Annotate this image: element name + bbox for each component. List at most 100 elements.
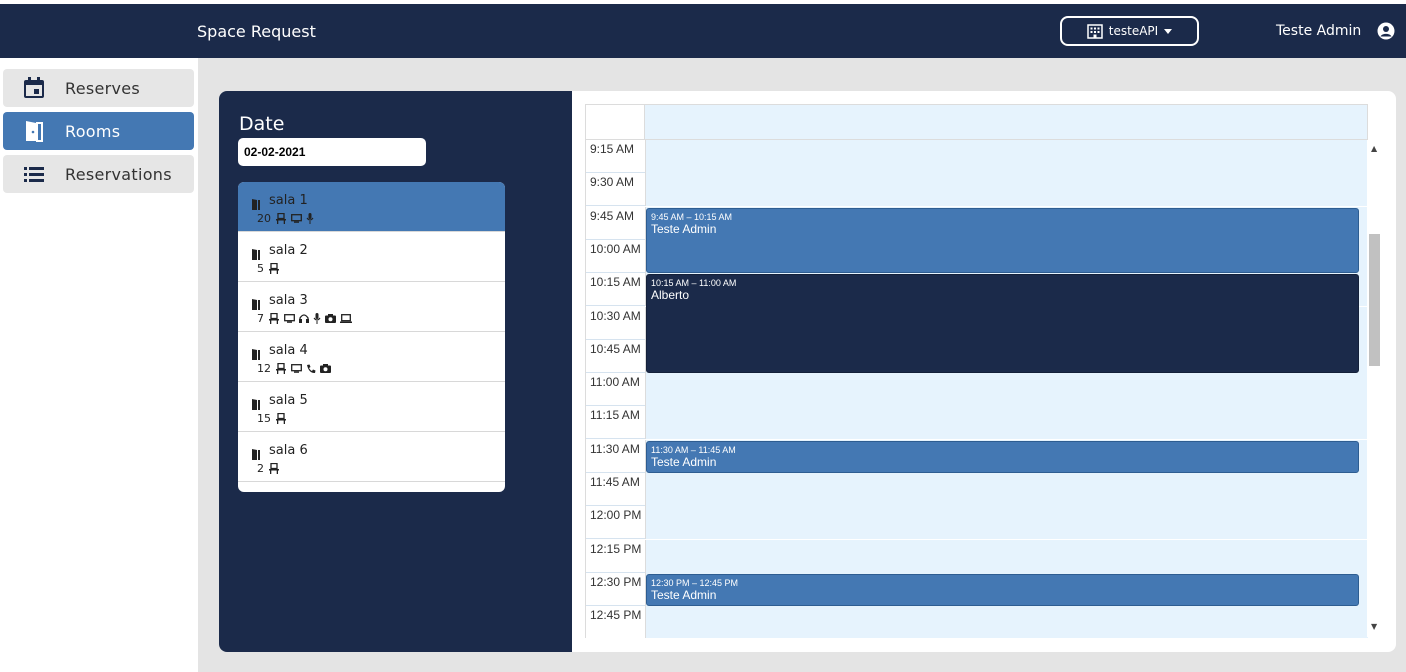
room-name: sala 5 [269,393,308,408]
time-slot[interactable]: 9:15 AM [586,140,1368,173]
room-capacity: 7 [257,312,264,325]
event-time: 10:15 AM – 11:00 AM [651,278,737,289]
room-name: sala 3 [269,293,308,308]
room-name: sala 4 [269,343,308,358]
time-slot-cell[interactable] [645,473,1368,506]
room-selection-panel: Date sala 1 20 sala 2 5 [219,91,572,652]
calendar-event[interactable]: 12:30 PM – 12:45 PM Teste Admin [646,573,1359,607]
room-item-sala-6[interactable]: sala 6 2 [238,432,505,482]
sidebar-item-label: Rooms [65,121,121,141]
sidebar-item-rooms[interactable]: Rooms [3,112,194,150]
time-slot[interactable]: 12:45 PM [586,606,1368,638]
capacity-icon [268,313,280,324]
monitor-icon [291,364,302,373]
time-slot-label: 11:15 AM [590,408,640,423]
calendar-scrollbar[interactable]: ▲ ▼ [1367,140,1383,637]
time-slot[interactable]: 9:30 AM [586,173,1368,207]
event-title: Teste Admin [651,221,717,236]
event-time: 9:45 AM – 10:15 AM [651,211,733,222]
time-slot-cell[interactable] [645,606,1368,638]
calendar-icon [3,76,65,100]
room-features: 12 [257,362,331,375]
event-title: Alberto [651,288,690,303]
sidebar-item-label: Reservations [65,164,172,184]
tenant-selector-button[interactable]: testeAPI [1060,16,1199,46]
time-slot-label: 12:15 PM [590,541,642,556]
sidebar-item-label: Reserves [65,78,141,98]
room-item-sala-3[interactable]: sala 3 7 [238,282,505,332]
capacity-icon [268,263,280,274]
room-features: 5 [257,262,280,275]
time-slot-cell[interactable] [645,506,1368,540]
time-slot-label: 10:15 AM [590,275,641,290]
room-features: 7 [257,312,352,325]
date-input[interactable] [238,138,426,166]
phone-icon [306,364,316,374]
time-slot-label: 9:15 AM [590,142,635,156]
time-slot-label: 12:45 PM [590,608,642,623]
calendar-event[interactable]: 11:30 AM – 11:45 AM Teste Admin [646,440,1359,473]
calendar-header-column [645,105,1367,139]
capacity-icon [275,363,287,374]
scrollbar-thumb[interactable] [1369,234,1380,366]
room-item-sala-4[interactable]: sala 4 12 [238,332,505,382]
room-features: 2 [257,462,280,475]
building-icon [1087,23,1103,39]
time-slot[interactable]: 11:15 AM [586,406,1368,440]
room-name: sala 6 [269,443,308,458]
time-slot-label: 9:45 AM [590,208,635,223]
time-slot-label: 12:00 PM [590,508,642,523]
calendar-event[interactable]: 9:45 AM – 10:15 AM Teste Admin [646,207,1359,274]
calendar-event[interactable]: 10:15 AM – 11:00 AM Alberto [646,274,1359,374]
capacity-icon [268,463,280,474]
laptop-icon [340,314,352,323]
event-title: Teste Admin [651,587,717,602]
room-name: sala 1 [269,193,308,208]
time-slot[interactable]: 11:45 AM [586,473,1368,506]
top-bar: Space Request testeAPI Teste Admin [0,4,1406,58]
monitor-icon [284,314,295,323]
time-slot-label: 11:30 AM [590,441,640,456]
scroll-up-arrow-icon[interactable]: ▲ [1371,144,1377,153]
sidebar: Reserves Rooms Reservations [0,58,198,672]
tenant-label: testeAPI [1108,24,1159,38]
sidebar-item-reserves[interactable]: Reserves [3,69,194,107]
time-slot[interactable]: 12:00 PM [586,506,1368,540]
time-slot-cell[interactable] [645,373,1368,407]
time-slot-cell[interactable] [645,406,1368,440]
time-slot-label: 12:30 PM [590,574,642,589]
app-title: Space Request [197,22,316,41]
time-slot-label: 10:30 AM [590,308,641,323]
time-slot-cell[interactable] [645,140,1368,173]
scroll-down-arrow-icon[interactable]: ▼ [1371,622,1377,631]
room-capacity: 12 [257,362,271,375]
time-slot-label: 10:45 AM [590,341,641,356]
user-name: Teste Admin [1276,23,1362,39]
time-slot-label: 11:00 AM [590,375,640,390]
calendar-header-gutter [586,105,645,139]
time-slot-cell[interactable] [645,539,1368,573]
room-item-sala-5[interactable]: sala 5 15 [238,382,505,432]
day-calendar: 9:15 AM 9:30 AM 9:45 AM 10:00 AM 10:15 AM 10:… [585,104,1384,638]
room-capacity: 5 [257,262,264,275]
camera-icon [320,364,331,373]
monitor-icon [291,214,302,223]
calendar-header [585,104,1368,140]
room-capacity: 15 [257,412,271,425]
capacity-icon [275,413,287,424]
room-features: 20 [257,212,314,225]
room-item-sala-2[interactable]: sala 2 5 [238,232,505,282]
sidebar-item-reservations[interactable]: Reservations [3,155,194,193]
time-slot[interactable]: 11:00 AM [586,373,1368,407]
time-slot[interactable]: 12:15 PM [586,539,1368,573]
caret-down-icon [1164,28,1173,34]
room-item-sala-1[interactable]: sala 1 20 [238,182,505,232]
headset-icon [299,313,309,324]
user-account-icon[interactable] [1377,22,1395,44]
time-slot-cell[interactable] [645,173,1368,207]
camera-icon [325,314,336,323]
calendar-time-grid[interactable]: 9:15 AM 9:30 AM 9:45 AM 10:00 AM 10:15 AM 10:… [585,140,1368,638]
time-slot-label: 11:45 AM [590,475,640,489]
mic-icon [313,313,321,324]
event-time: 12:30 PM – 12:45 PM [651,577,739,588]
